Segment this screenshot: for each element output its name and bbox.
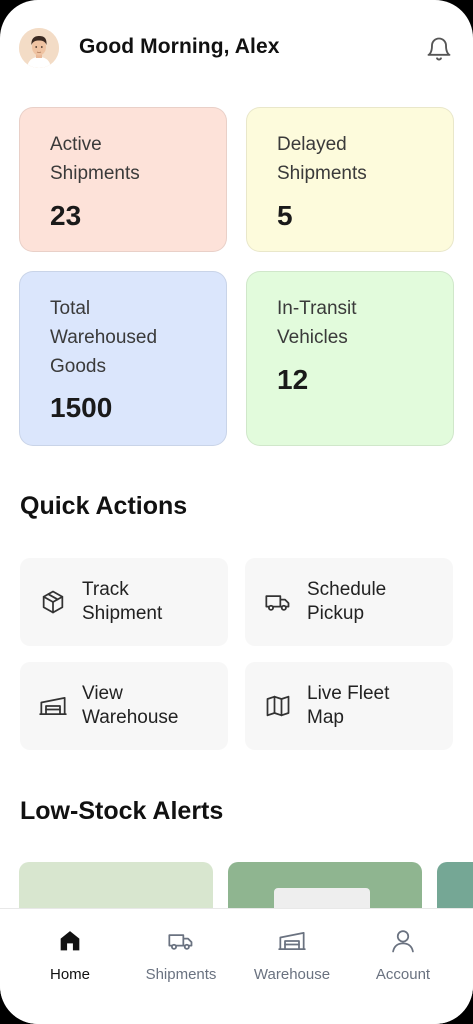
stat-card-active-shipments[interactable]: Active Shipments 23 — [19, 107, 227, 252]
nav-label: Warehouse — [253, 966, 331, 983]
stat-card-warehoused-goods[interactable]: Total Warehoused Goods 1500 — [19, 271, 227, 446]
nav-label: Shipments — [145, 966, 217, 983]
low-stock-alerts-title: Low-Stock Alerts — [20, 797, 224, 825]
header: Good Morning, Alex — [0, 0, 473, 96]
view-warehouse-button[interactable]: View Warehouse — [20, 662, 228, 750]
greeting-title: Good Morning, Alex — [79, 35, 280, 58]
nav-label: Home — [49, 966, 90, 983]
warehouse-icon — [277, 927, 307, 955]
stat-label: Delayed Shipments — [277, 134, 367, 184]
avatar[interactable] — [19, 28, 59, 68]
track-shipment-button[interactable]: Track Shipment — [20, 558, 228, 646]
action-label: Live Fleet Map — [307, 683, 390, 728]
nav-item-home[interactable]: Home — [11, 909, 129, 1009]
nav-item-warehouse[interactable]: Warehouse — [233, 909, 351, 1009]
home-icon — [55, 927, 85, 955]
stat-label: Active Shipments — [50, 134, 140, 184]
live-fleet-map-button[interactable]: Live Fleet Map — [245, 662, 453, 750]
warehouse-icon — [38, 692, 68, 720]
package-icon — [38, 588, 68, 616]
truck-icon — [166, 927, 196, 955]
stat-label: Total Warehoused Goods — [50, 298, 158, 377]
user-icon — [388, 927, 418, 955]
nav-item-shipments[interactable]: Shipments — [122, 909, 240, 1009]
stat-value: 23 — [50, 200, 82, 231]
quick-actions-title: Quick Actions — [20, 492, 188, 520]
stat-card-delayed-shipments[interactable]: Delayed Shipments 5 — [246, 107, 454, 252]
nav-item-account[interactable]: Account — [344, 909, 462, 1009]
stat-value: 5 — [277, 200, 293, 231]
bell-icon[interactable] — [425, 35, 453, 63]
avatar-portrait-icon — [19, 28, 59, 68]
stat-value: 1500 — [50, 392, 113, 423]
nav-label: Account — [375, 966, 431, 983]
stat-label: In-Transit Vehicles — [277, 298, 357, 348]
action-label: View Warehouse — [82, 683, 179, 728]
action-label: Schedule Pickup — [307, 579, 387, 624]
action-label: Track Shipment — [82, 579, 163, 624]
stat-card-in-transit-vehicles[interactable]: In-Transit Vehicles 12 — [246, 271, 454, 446]
app-screen: Good Morning, Alex Active Shipments 23 D… — [0, 0, 473, 1024]
truck-icon — [263, 588, 293, 616]
bottom-navigation: Home Shipments Warehouse Account — [0, 908, 473, 1024]
stat-value: 12 — [277, 364, 309, 395]
map-icon — [263, 692, 293, 720]
schedule-pickup-button[interactable]: Schedule Pickup — [245, 558, 453, 646]
